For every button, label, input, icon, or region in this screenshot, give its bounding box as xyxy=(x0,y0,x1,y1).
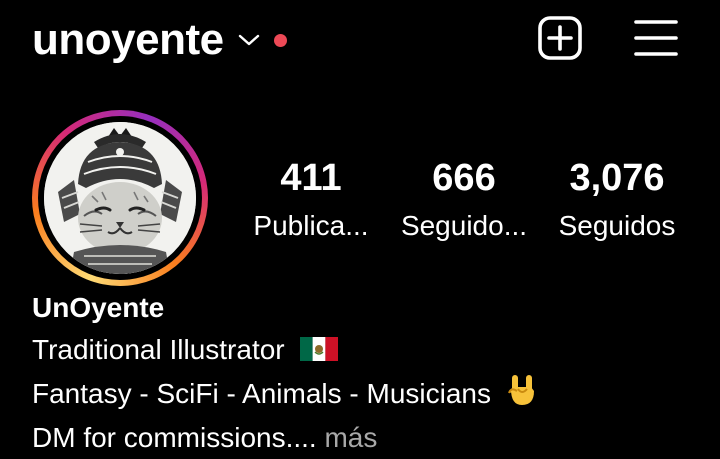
bio-line: Traditional Illustrator xyxy=(32,328,692,372)
username-title: unoyente xyxy=(32,15,224,64)
profile-screen: unoyente 411 Publica... 666 Seguido... 3… xyxy=(0,0,720,459)
posts-stat[interactable]: 411 Publica... xyxy=(236,150,386,246)
rock-hand-emoji xyxy=(507,373,537,420)
followers-count: 666 xyxy=(432,157,496,199)
bio-line-text: Traditional Illustrator xyxy=(32,334,285,365)
chevron-down-icon xyxy=(238,33,260,47)
following-label: Seguidos xyxy=(558,210,676,241)
plus-square-icon xyxy=(536,14,584,67)
profile-stats: 411 Publica... 666 Seguido... 3,076 Segu… xyxy=(236,150,696,250)
new-post-button[interactable] xyxy=(536,14,584,67)
followers-stat[interactable]: 666 Seguido... xyxy=(389,150,539,246)
bio-line: DM for commissions.... más xyxy=(32,416,692,459)
bio-line: Fantasy - SciFi - Animals - Musicians xyxy=(32,372,692,416)
display-name: UnOyente xyxy=(32,292,165,323)
posts-label: Publica... xyxy=(253,210,369,241)
followers-label: Seguido... xyxy=(400,210,528,241)
hamburger-menu-icon xyxy=(632,14,680,67)
profile-header: unoyente xyxy=(0,0,720,80)
samurai-cat-illustration xyxy=(44,122,196,274)
menu-button[interactable] xyxy=(632,16,680,64)
avatar xyxy=(44,122,196,274)
following-stat[interactable]: 3,076 Seguidos xyxy=(542,150,692,246)
notification-dot xyxy=(273,33,287,47)
profile-avatar-button[interactable] xyxy=(32,110,208,286)
bio-line-text: Fantasy - SciFi - Animals - Musicians xyxy=(32,378,491,409)
account-switcher[interactable]: unoyente xyxy=(32,12,287,68)
following-count: 3,076 xyxy=(569,157,665,199)
more-link[interactable]: más xyxy=(324,422,377,453)
bio-line-text: DM for commissions.... xyxy=(32,422,325,453)
profile-bio: UnOyente Traditional Illustrator Fantasy… xyxy=(32,288,692,459)
posts-count: 411 xyxy=(280,157,342,199)
mexico-flag-emoji xyxy=(300,332,339,376)
